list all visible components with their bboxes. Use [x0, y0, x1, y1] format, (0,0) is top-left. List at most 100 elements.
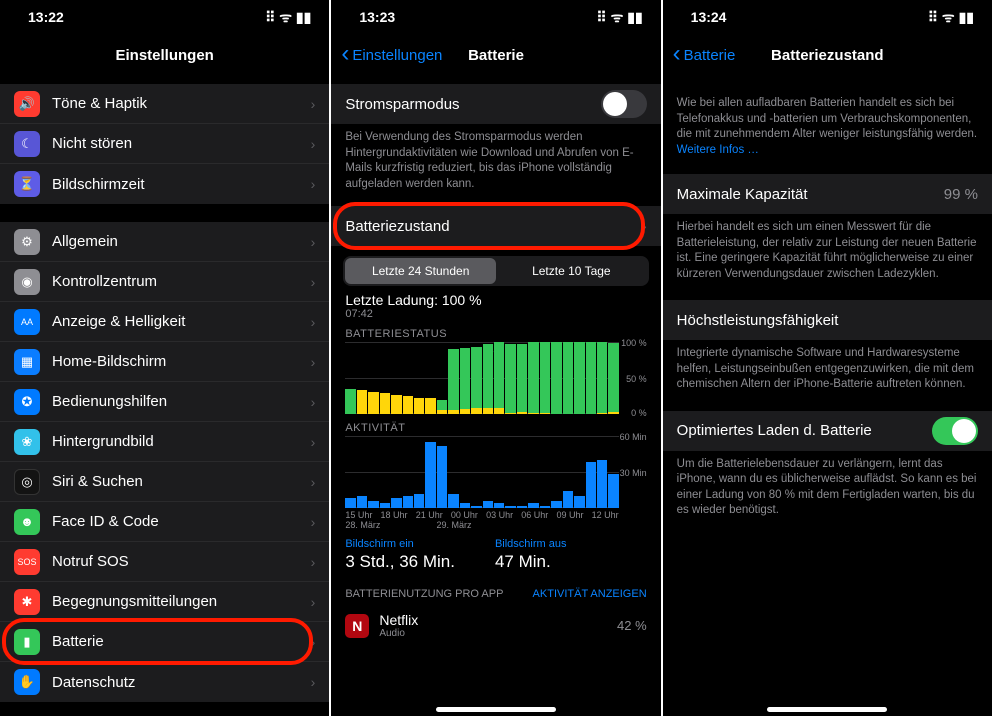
settings-row[interactable]: 🔊 Töne & Haptik ›	[0, 84, 329, 124]
chevron-right-icon: ›	[311, 554, 316, 570]
screen-off-value: 47 Min.	[495, 552, 567, 572]
settings-row[interactable]: ◎ Siri & Suchen ›	[0, 462, 329, 502]
last-charge-time: 07:42	[345, 308, 646, 320]
row-icon: 🔊	[14, 91, 40, 117]
intro-note: Wie bei allen aufladbaren Batterien hand…	[663, 90, 992, 162]
app-usage-row[interactable]: N Netflix Audio 42 %	[331, 604, 660, 647]
settings-row[interactable]: ▦Home-Bildschirm›	[0, 342, 329, 382]
status-time: 13:22	[28, 9, 64, 25]
chevron-right-icon: ›	[311, 514, 316, 530]
row-icon: ⚙︎	[14, 229, 40, 255]
settings-row[interactable]: AAAnzeige & Helligkeit›	[0, 302, 329, 342]
row-label: Bedienungshilfen	[52, 393, 303, 410]
row-label: Face ID & Code	[52, 513, 303, 530]
status-icons: ⠿ ᯤ ▮▮	[596, 8, 642, 27]
max-capacity-cell: Maximale Kapazität 99 %	[663, 174, 992, 214]
screen-stats: Bildschirm ein 3 Std., 36 Min. Bildschir…	[331, 530, 660, 578]
chevron-right-icon: ›	[311, 394, 316, 410]
settings-row[interactable]: SOSNotruf SOS›	[0, 542, 329, 582]
home-indicator[interactable]	[767, 707, 887, 712]
row-icon: ✱	[14, 589, 40, 615]
settings-row[interactable]: ✱ Begegnungsmitteilungen ›	[0, 582, 329, 622]
row-label: Allgemein	[52, 233, 303, 250]
settings-row[interactable]: ◉Kontrollzentrum›	[0, 262, 329, 302]
low-power-mode-cell[interactable]: Stromsparmodus	[331, 84, 660, 124]
chevron-right-icon: ›	[642, 218, 647, 234]
chart-title: BATTERIESTATUS	[345, 328, 646, 340]
battery-content: Stromsparmodus Bei Verwendung des Stroms…	[331, 76, 660, 716]
navbar: Batterie Batteriezustand	[663, 34, 992, 76]
row-label: Hintergrundbild	[52, 433, 303, 450]
row-icon: SOS	[14, 549, 40, 575]
page-title: Batteriezustand	[663, 47, 992, 64]
chevron-right-icon: ›	[311, 434, 316, 450]
chevron-right-icon: ›	[311, 674, 316, 690]
row-icon: ☻	[14, 509, 40, 535]
peak-perf-cell: Höchstleistungsfähigkeit	[663, 300, 992, 340]
settings-row[interactable]: ❀ Hintergrundbild ›	[0, 422, 329, 462]
row-label: Töne & Haptik	[52, 95, 303, 112]
screen-on-value: 3 Std., 36 Min.	[345, 552, 455, 572]
row-label: Siri & Suchen	[52, 473, 303, 490]
chevron-right-icon: ›	[311, 314, 316, 330]
row-icon: ❀	[14, 429, 40, 455]
activity-chart: AKTIVITÄT 60 Min 30 Min 15 Uhr18 Uhr21 U…	[331, 422, 660, 530]
optimized-note: Um die Batterielebensdauer zu verlängern…	[663, 451, 992, 523]
settings-row[interactable]: ▮Batterie›	[0, 622, 329, 662]
page-title: Batterie	[331, 47, 660, 64]
chevron-right-icon: ›	[311, 474, 316, 490]
optimized-charging-label: Optimiertes Laden d. Batterie	[677, 422, 932, 439]
per-app-header: BATTERIENUTZUNG PRO APP AKTIVITÄT ANZEIG…	[331, 578, 660, 604]
status-time: 13:24	[691, 9, 727, 25]
row-icon: ⏳	[14, 171, 40, 197]
settings-list[interactable]: 🔊 Töne & Haptik › ☾Nicht stören›⏳Bildschirm…	[0, 76, 329, 716]
peak-perf-label: Höchstleistungsfähigkeit	[677, 312, 978, 329]
status-bar: 13:22 ⠿ ᯤ ▮▮	[0, 0, 329, 34]
row-icon: AA	[14, 309, 40, 335]
row-icon: ▦	[14, 349, 40, 375]
settings-row[interactable]: ☻ Face ID & Code ›	[0, 502, 329, 542]
row-label: Begegnungsmitteilungen	[52, 593, 303, 610]
settings-row[interactable]: ⚙︎Allgemein›	[0, 222, 329, 262]
settings-row[interactable]: ☾Nicht stören›	[0, 124, 329, 164]
chevron-right-icon: ›	[311, 634, 316, 650]
row-label: Kontrollzentrum	[52, 273, 303, 290]
row-icon: ◎	[14, 469, 40, 495]
status-icons: ⠿ ᯤ ▮▮	[928, 8, 974, 27]
chevron-right-icon: ›	[311, 594, 316, 610]
screen-off-label: Bildschirm aus	[495, 538, 567, 550]
settings-row[interactable]: ✋ Datenschutz ›	[0, 662, 329, 702]
settings-row[interactable]: ✪ Bedienungshilfen ›	[0, 382, 329, 422]
per-app-title: BATTERIENUTZUNG PRO APP	[345, 588, 503, 600]
status-icons: ⠿ ᯤ ▮▮	[265, 8, 311, 27]
show-activity-button[interactable]: AKTIVITÄT ANZEIGEN	[533, 588, 647, 600]
seg-24h[interactable]: Letzte 24 Stunden	[345, 258, 496, 284]
chevron-right-icon: ›	[311, 354, 316, 370]
capacity-note: Hierbei handelt es sich um einen Messwer…	[663, 214, 992, 286]
seg-10d[interactable]: Letzte 10 Tage	[496, 258, 647, 284]
chevron-right-icon: ›	[311, 96, 316, 112]
battery-health-cell[interactable]: Batteriezustand ›	[331, 206, 660, 246]
row-icon: ✪	[14, 389, 40, 415]
low-power-toggle[interactable]	[601, 90, 647, 118]
row-label: Nicht stören	[52, 135, 303, 152]
navbar: Einstellungen	[0, 34, 329, 76]
settings-row[interactable]: ⏳Bildschirmzeit›	[0, 164, 329, 204]
page-title: Einstellungen	[0, 47, 329, 64]
optimized-charging-cell[interactable]: Optimiertes Laden d. Batterie	[663, 411, 992, 451]
status-time: 13:23	[359, 9, 395, 25]
time-range-segmented[interactable]: Letzte 24 Stunden Letzte 10 Tage	[343, 256, 648, 286]
row-icon: ✋	[14, 669, 40, 695]
optimized-charging-toggle[interactable]	[932, 417, 978, 445]
more-info-link[interactable]: Weitere Infos …	[677, 144, 759, 156]
phone-settings: 13:22 ⠿ ᯤ ▮▮ Einstellungen 🔊 Töne & Hapti…	[0, 0, 329, 716]
battery-health-label: Batteriezustand	[345, 218, 634, 235]
x-axis-hours: 15 Uhr18 Uhr21 Uhr00 Uhr03 Uhr06 Uhr09 U…	[345, 510, 646, 520]
home-indicator[interactable]	[436, 707, 556, 712]
app-pct: 42 %	[617, 618, 647, 633]
last-charge-label: Letzte Ladung: 100 %	[345, 292, 481, 308]
row-label: Datenschutz	[52, 674, 303, 691]
battery-status-chart: BATTERIESTATUS ⚡︎ 100 % 50 % 0 %	[331, 328, 660, 414]
app-name: Netflix	[379, 612, 617, 628]
peak-note: Integrierte dynamische Software und Hard…	[663, 340, 992, 397]
